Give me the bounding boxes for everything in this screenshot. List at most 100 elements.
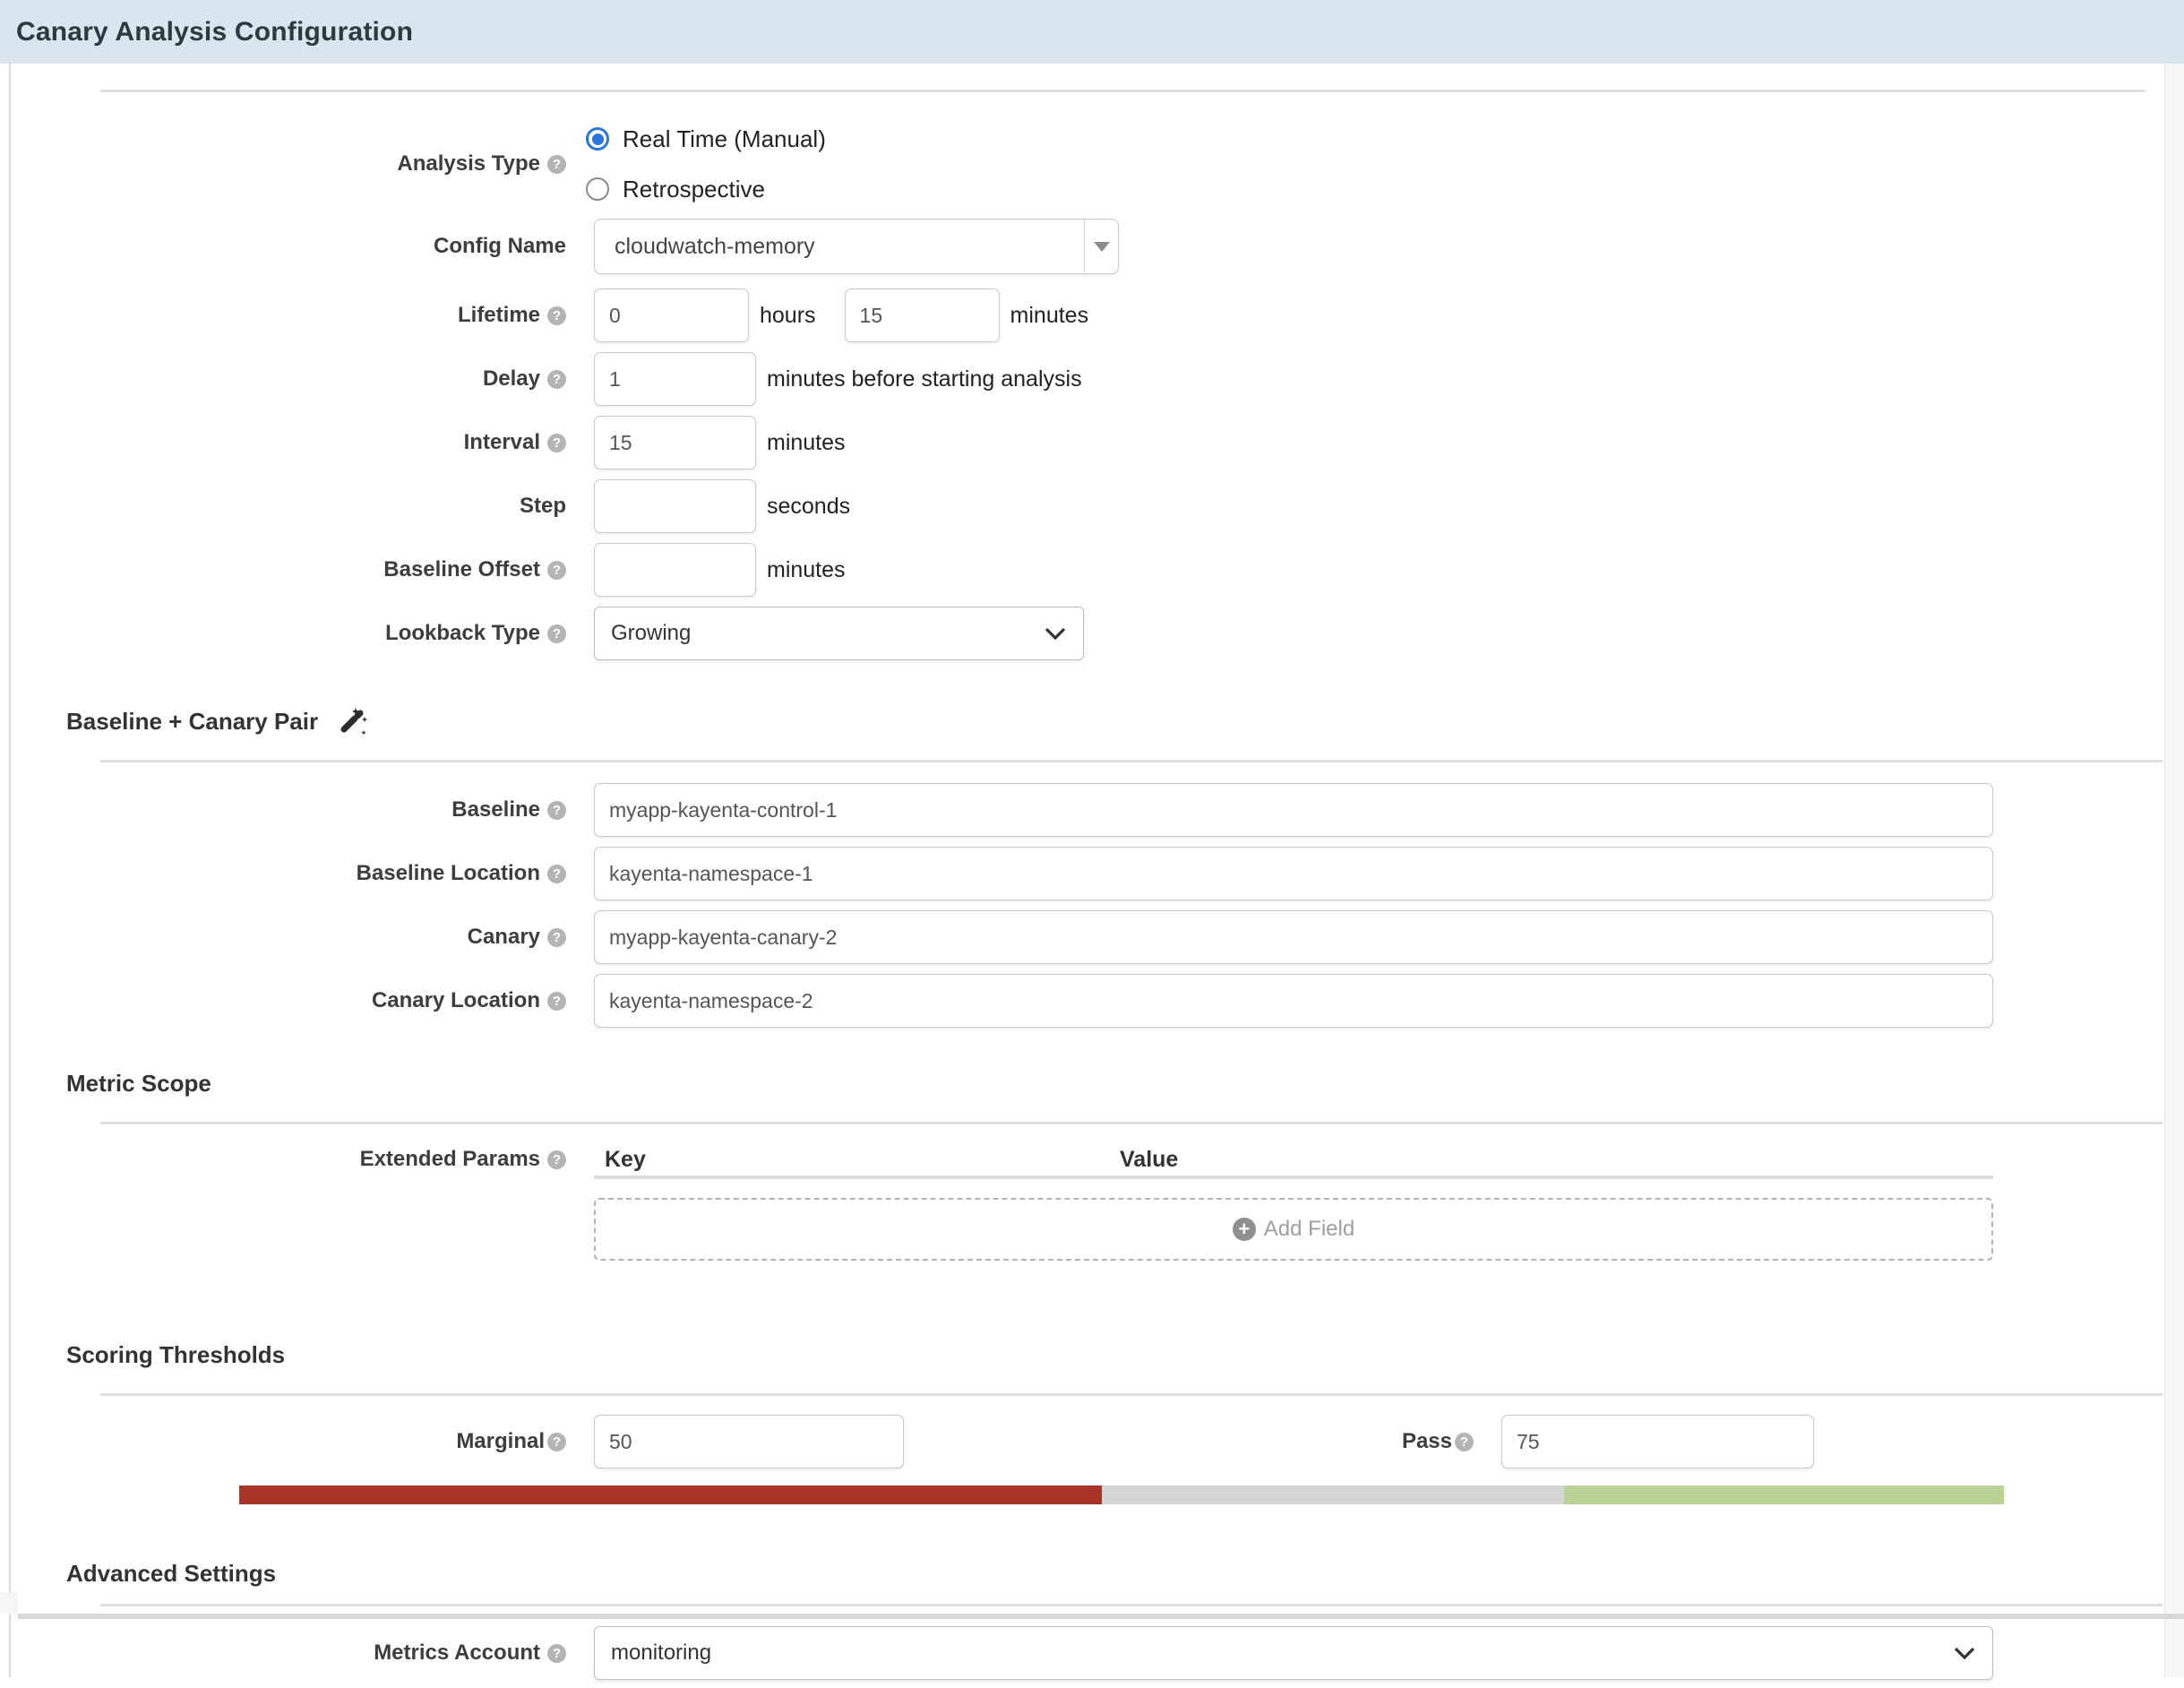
- interval-input[interactable]: [594, 416, 756, 469]
- step-row: Step seconds: [11, 479, 2184, 533]
- config-panel: Analysis Type Real Time (Manual) Retrosp…: [9, 64, 2184, 1677]
- baseline-offset-unit: minutes: [767, 557, 846, 583]
- help-icon[interactable]: [547, 1433, 566, 1451]
- help-icon[interactable]: [547, 928, 566, 947]
- key-column-header: Key: [605, 1147, 1120, 1173]
- pass-input[interactable]: [1501, 1415, 1814, 1468]
- step-unit: seconds: [767, 494, 850, 520]
- help-icon[interactable]: [547, 624, 566, 643]
- help-icon[interactable]: [547, 992, 566, 1011]
- hours-unit: hours: [760, 303, 816, 329]
- canary-input[interactable]: [594, 910, 1993, 964]
- extended-params-headers: Key Value: [594, 1143, 1993, 1176]
- step-label: Step: [11, 494, 566, 519]
- score-threshold-bar: [239, 1486, 2004, 1504]
- threshold-bar-fail-segment: [239, 1486, 1102, 1504]
- lifetime-hours-input[interactable]: [594, 289, 749, 342]
- section-divider: [100, 90, 2145, 92]
- delay-input[interactable]: [594, 352, 756, 406]
- help-icon[interactable]: [547, 306, 566, 325]
- extended-params-label: Extended Params: [11, 1143, 566, 1176]
- add-field-button[interactable]: Add Field: [594, 1198, 1993, 1261]
- radio-option-retrospective[interactable]: Retrospective: [586, 164, 765, 214]
- step-input[interactable]: [594, 479, 756, 533]
- interval-row: Interval minutes: [11, 416, 2184, 469]
- canary-location-input[interactable]: [594, 974, 1993, 1028]
- pass-label: Pass: [904, 1429, 1474, 1454]
- marginal-label: Marginal: [11, 1429, 566, 1454]
- baseline-offset-input[interactable]: [594, 543, 756, 597]
- baseline-location-input[interactable]: [594, 847, 1993, 900]
- baseline-offset-label: Baseline Offset: [11, 557, 566, 582]
- analysis-type-row: Analysis Type Real Time (Manual) Retrosp…: [11, 114, 2184, 214]
- analysis-type-options: Real Time (Manual) Retrospective: [586, 114, 826, 214]
- help-icon[interactable]: [547, 434, 566, 452]
- config-name-combobox[interactable]: cloudwatch-memory: [594, 219, 1119, 274]
- section-divider: [100, 1122, 2163, 1124]
- horizontal-scrollbar-track[interactable]: [18, 1614, 2184, 1619]
- config-name-row: Config Name cloudwatch-memory: [11, 219, 2184, 274]
- extended-params-row: Extended Params Key Value Add Field: [11, 1143, 2184, 1261]
- combobox-arrow[interactable]: [1085, 220, 1118, 273]
- delay-row: Delay minutes before starting analysis: [11, 352, 2184, 406]
- help-icon[interactable]: [547, 1644, 566, 1663]
- baseline-location-row: Baseline Location: [11, 847, 2184, 900]
- baseline-label: Baseline: [11, 797, 566, 822]
- delay-label: Delay: [11, 366, 566, 392]
- radio-label[interactable]: Retrospective: [623, 176, 765, 203]
- magic-wand-icon[interactable]: [337, 706, 367, 736]
- advanced-settings-header: Advanced Settings: [66, 1557, 2184, 1589]
- canary-label: Canary: [11, 925, 566, 950]
- canary-location-label: Canary Location: [11, 988, 566, 1013]
- radio-icon-selected[interactable]: [586, 127, 609, 151]
- radio-label[interactable]: Real Time (Manual): [623, 125, 826, 153]
- radio-icon-unselected[interactable]: [586, 177, 609, 201]
- analysis-type-label: Analysis Type: [11, 151, 566, 177]
- marginal-input[interactable]: [594, 1415, 904, 1468]
- section-divider: [100, 1393, 2163, 1396]
- help-icon[interactable]: [547, 155, 566, 174]
- interval-unit: minutes: [767, 430, 846, 456]
- vertical-scrollbar-track[interactable]: [2164, 64, 2184, 1677]
- interval-label: Interval: [11, 430, 566, 455]
- lifetime-row: Lifetime hours minutes: [11, 289, 2184, 342]
- help-icon[interactable]: [547, 1150, 566, 1169]
- threshold-bar-pass-segment: [1564, 1486, 2004, 1504]
- table-header-underline: [594, 1176, 1993, 1179]
- help-icon[interactable]: [547, 865, 566, 883]
- page-header: Canary Analysis Configuration: [0, 0, 2184, 64]
- radio-option-realtime[interactable]: Real Time (Manual): [586, 114, 826, 164]
- baseline-input[interactable]: [594, 783, 1993, 837]
- help-icon[interactable]: [547, 370, 566, 389]
- help-icon[interactable]: [547, 561, 566, 580]
- pair-section-header: Baseline + Canary Pair: [66, 705, 2184, 737]
- plus-circle-icon: [1233, 1218, 1256, 1241]
- lookback-type-value: Growing: [611, 621, 1044, 646]
- delay-unit: minutes before starting analysis: [767, 366, 1082, 392]
- config-name-label: Config Name: [11, 234, 566, 259]
- canary-row: Canary: [11, 910, 2184, 964]
- lifetime-label: Lifetime: [11, 303, 566, 328]
- lifetime-minutes-input[interactable]: [845, 289, 1000, 342]
- thresholds-row: Marginal Pass: [11, 1415, 2184, 1468]
- help-icon[interactable]: [1455, 1433, 1474, 1451]
- metrics-account-select[interactable]: monitoring: [594, 1626, 1993, 1680]
- config-name-value[interactable]: cloudwatch-memory: [595, 220, 1085, 273]
- value-column-header: Value: [1120, 1147, 1178, 1173]
- metrics-account-row: Metrics Account monitoring: [11, 1626, 2184, 1680]
- section-divider: [100, 1604, 2163, 1606]
- caret-down-icon: [1094, 242, 1110, 252]
- section-divider: [100, 760, 2163, 762]
- lookback-type-row: Lookback Type Growing: [11, 607, 2184, 660]
- metrics-account-label: Metrics Account: [11, 1641, 566, 1666]
- lookback-type-select[interactable]: Growing: [594, 607, 1084, 660]
- page-title: Canary Analysis Configuration: [16, 17, 413, 47]
- add-field-label: Add Field: [1264, 1217, 1354, 1242]
- help-icon[interactable]: [547, 801, 566, 820]
- metrics-account-value: monitoring: [611, 1641, 1953, 1666]
- extended-params-table: Key Value Add Field: [594, 1143, 1993, 1261]
- chevron-down-icon: [1044, 625, 1067, 642]
- baseline-row: Baseline: [11, 783, 2184, 837]
- scrollbar-corner: [0, 1592, 18, 1614]
- baseline-location-label: Baseline Location: [11, 861, 566, 886]
